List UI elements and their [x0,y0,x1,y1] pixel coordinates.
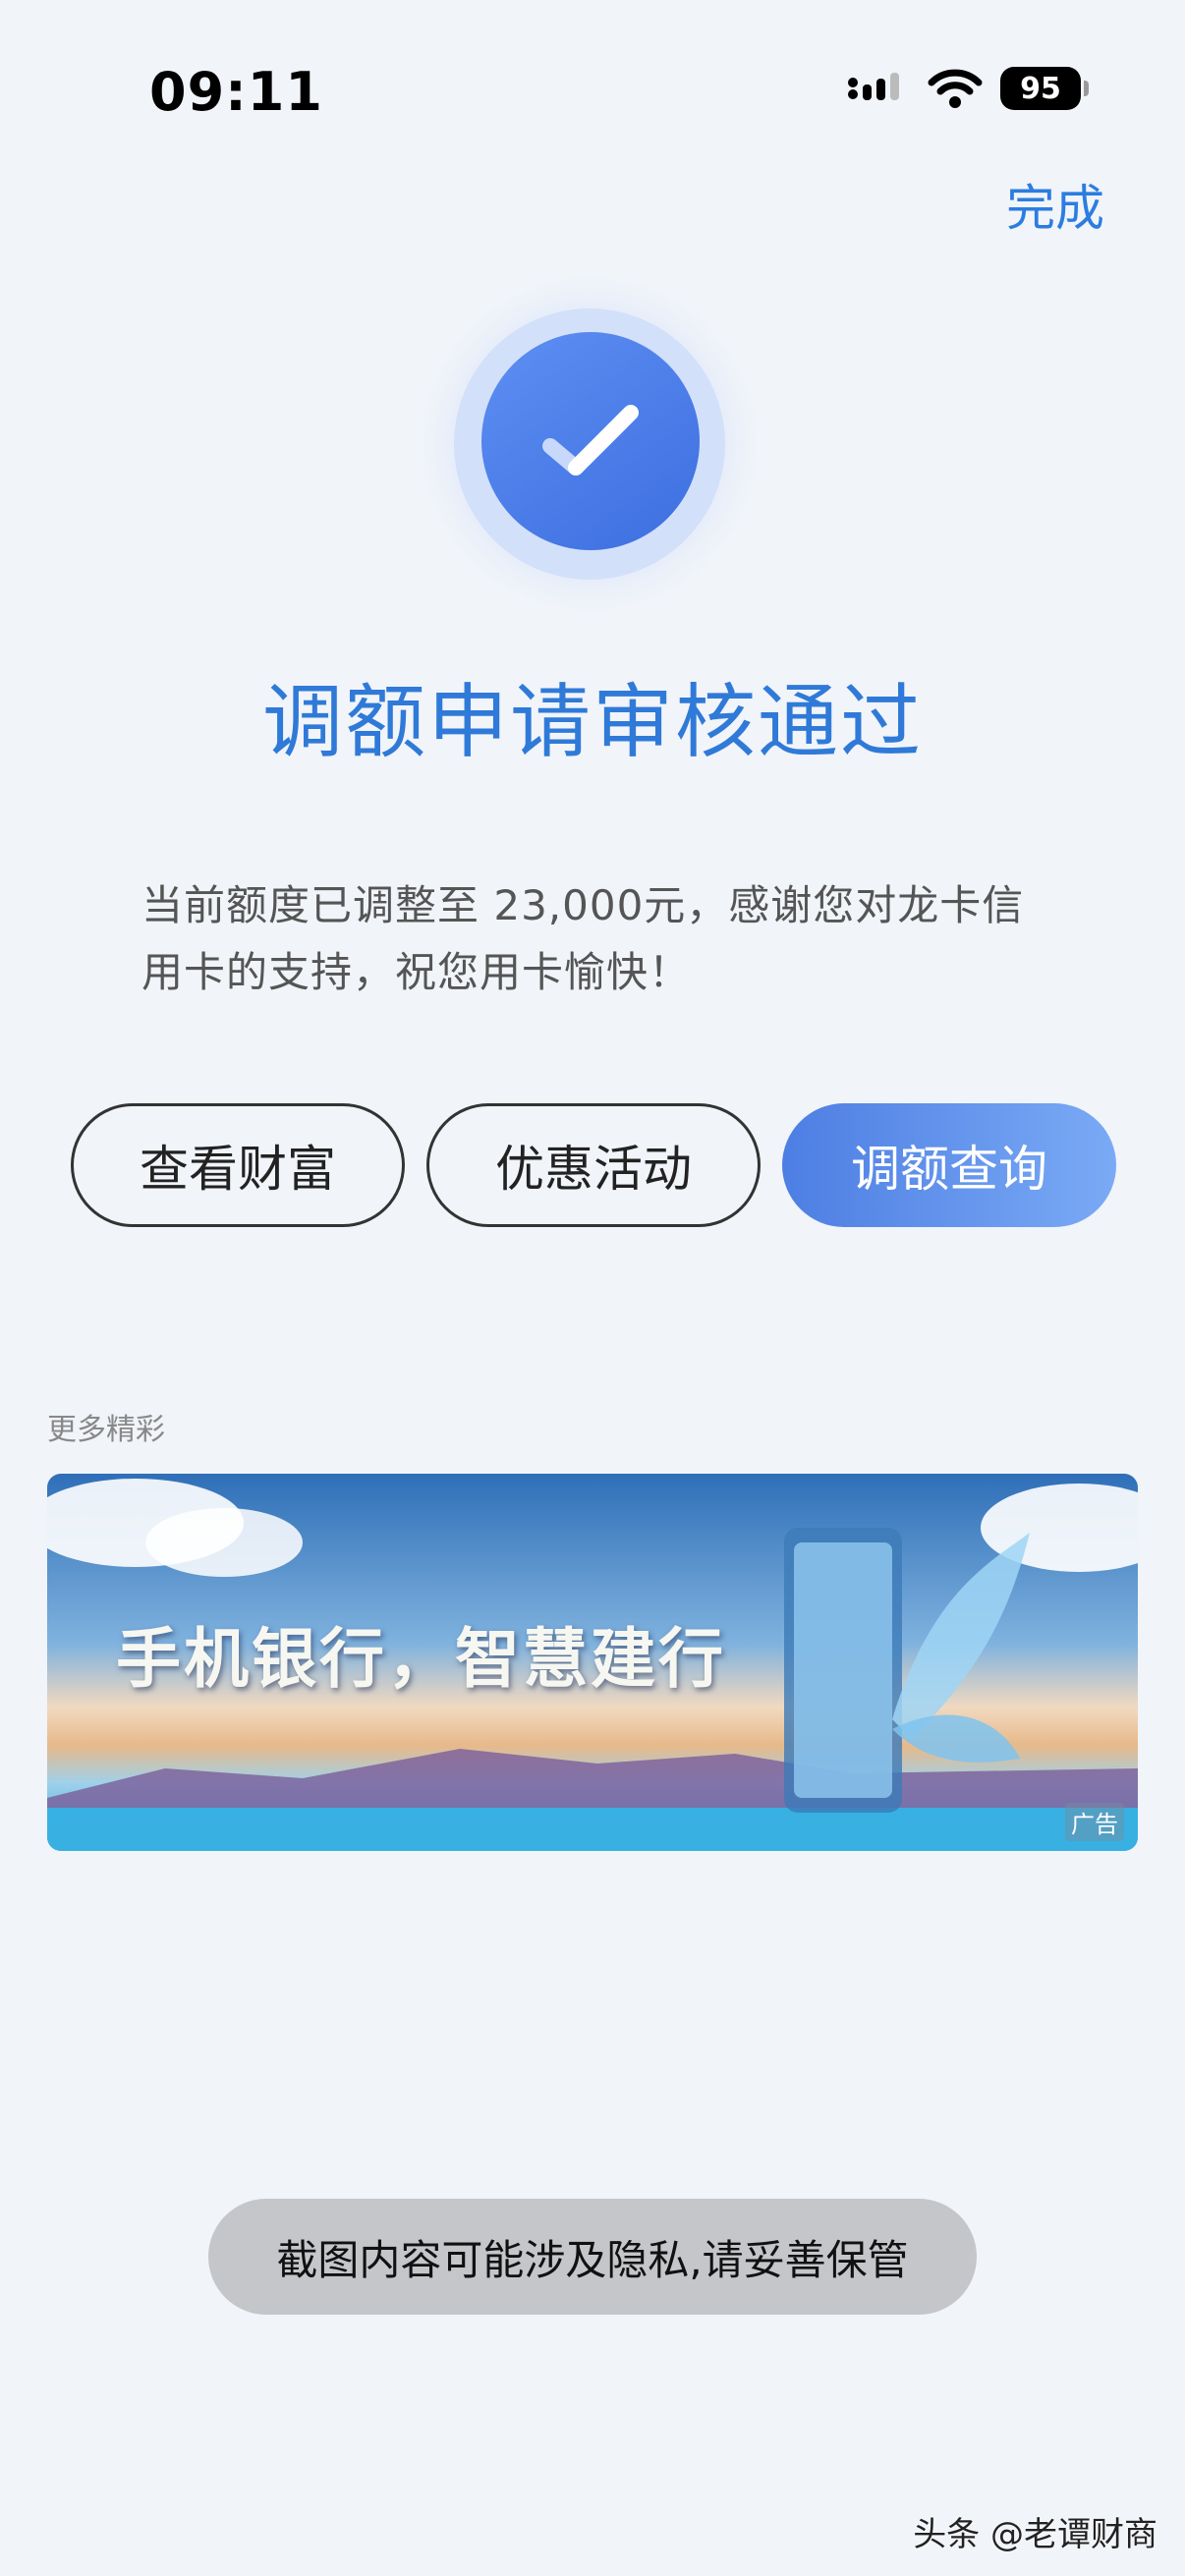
ad-tag: 广告 [1065,1803,1124,1841]
done-button[interactable]: 完成 [1006,169,1104,240]
promotions-button[interactable]: 优惠活动 [426,1103,761,1227]
battery-tip [1084,81,1089,96]
action-buttons: 查看财富 优惠活动 调额查询 [71,1103,1116,1227]
cellular-signal-icon [848,73,899,100]
checkmark-icon [542,405,639,476]
result-description: 当前额度已调整至 23,000元，感谢您对龙卡信用卡的支持，祝您用卡愉快！ [141,881,1025,996]
watermark: 头条 @老谭财商 [913,2515,1157,2554]
view-wealth-button[interactable]: 查看财富 [71,1103,405,1227]
battery-indicator: 95 [1000,67,1089,110]
banner-headline: 手机银行，智慧建行 [116,1621,726,1697]
result-title: 调额申请审核通过 [261,676,923,769]
status-time: 09:11 [149,61,323,123]
more-section-label: 更多精彩 [47,1413,165,1447]
status-icons: 95 [847,67,1089,110]
check-circle-icon [481,332,700,550]
battery-level: 95 [1020,71,1061,106]
ad-banner[interactable]: 手机银行，智慧建行 广告 [47,1474,1138,1851]
privacy-toast: 截图内容可能涉及隐私,请妥善保管 [208,2199,977,2315]
limit-query-button[interactable]: 调额查询 [782,1103,1116,1227]
wifi-icon [928,69,983,108]
